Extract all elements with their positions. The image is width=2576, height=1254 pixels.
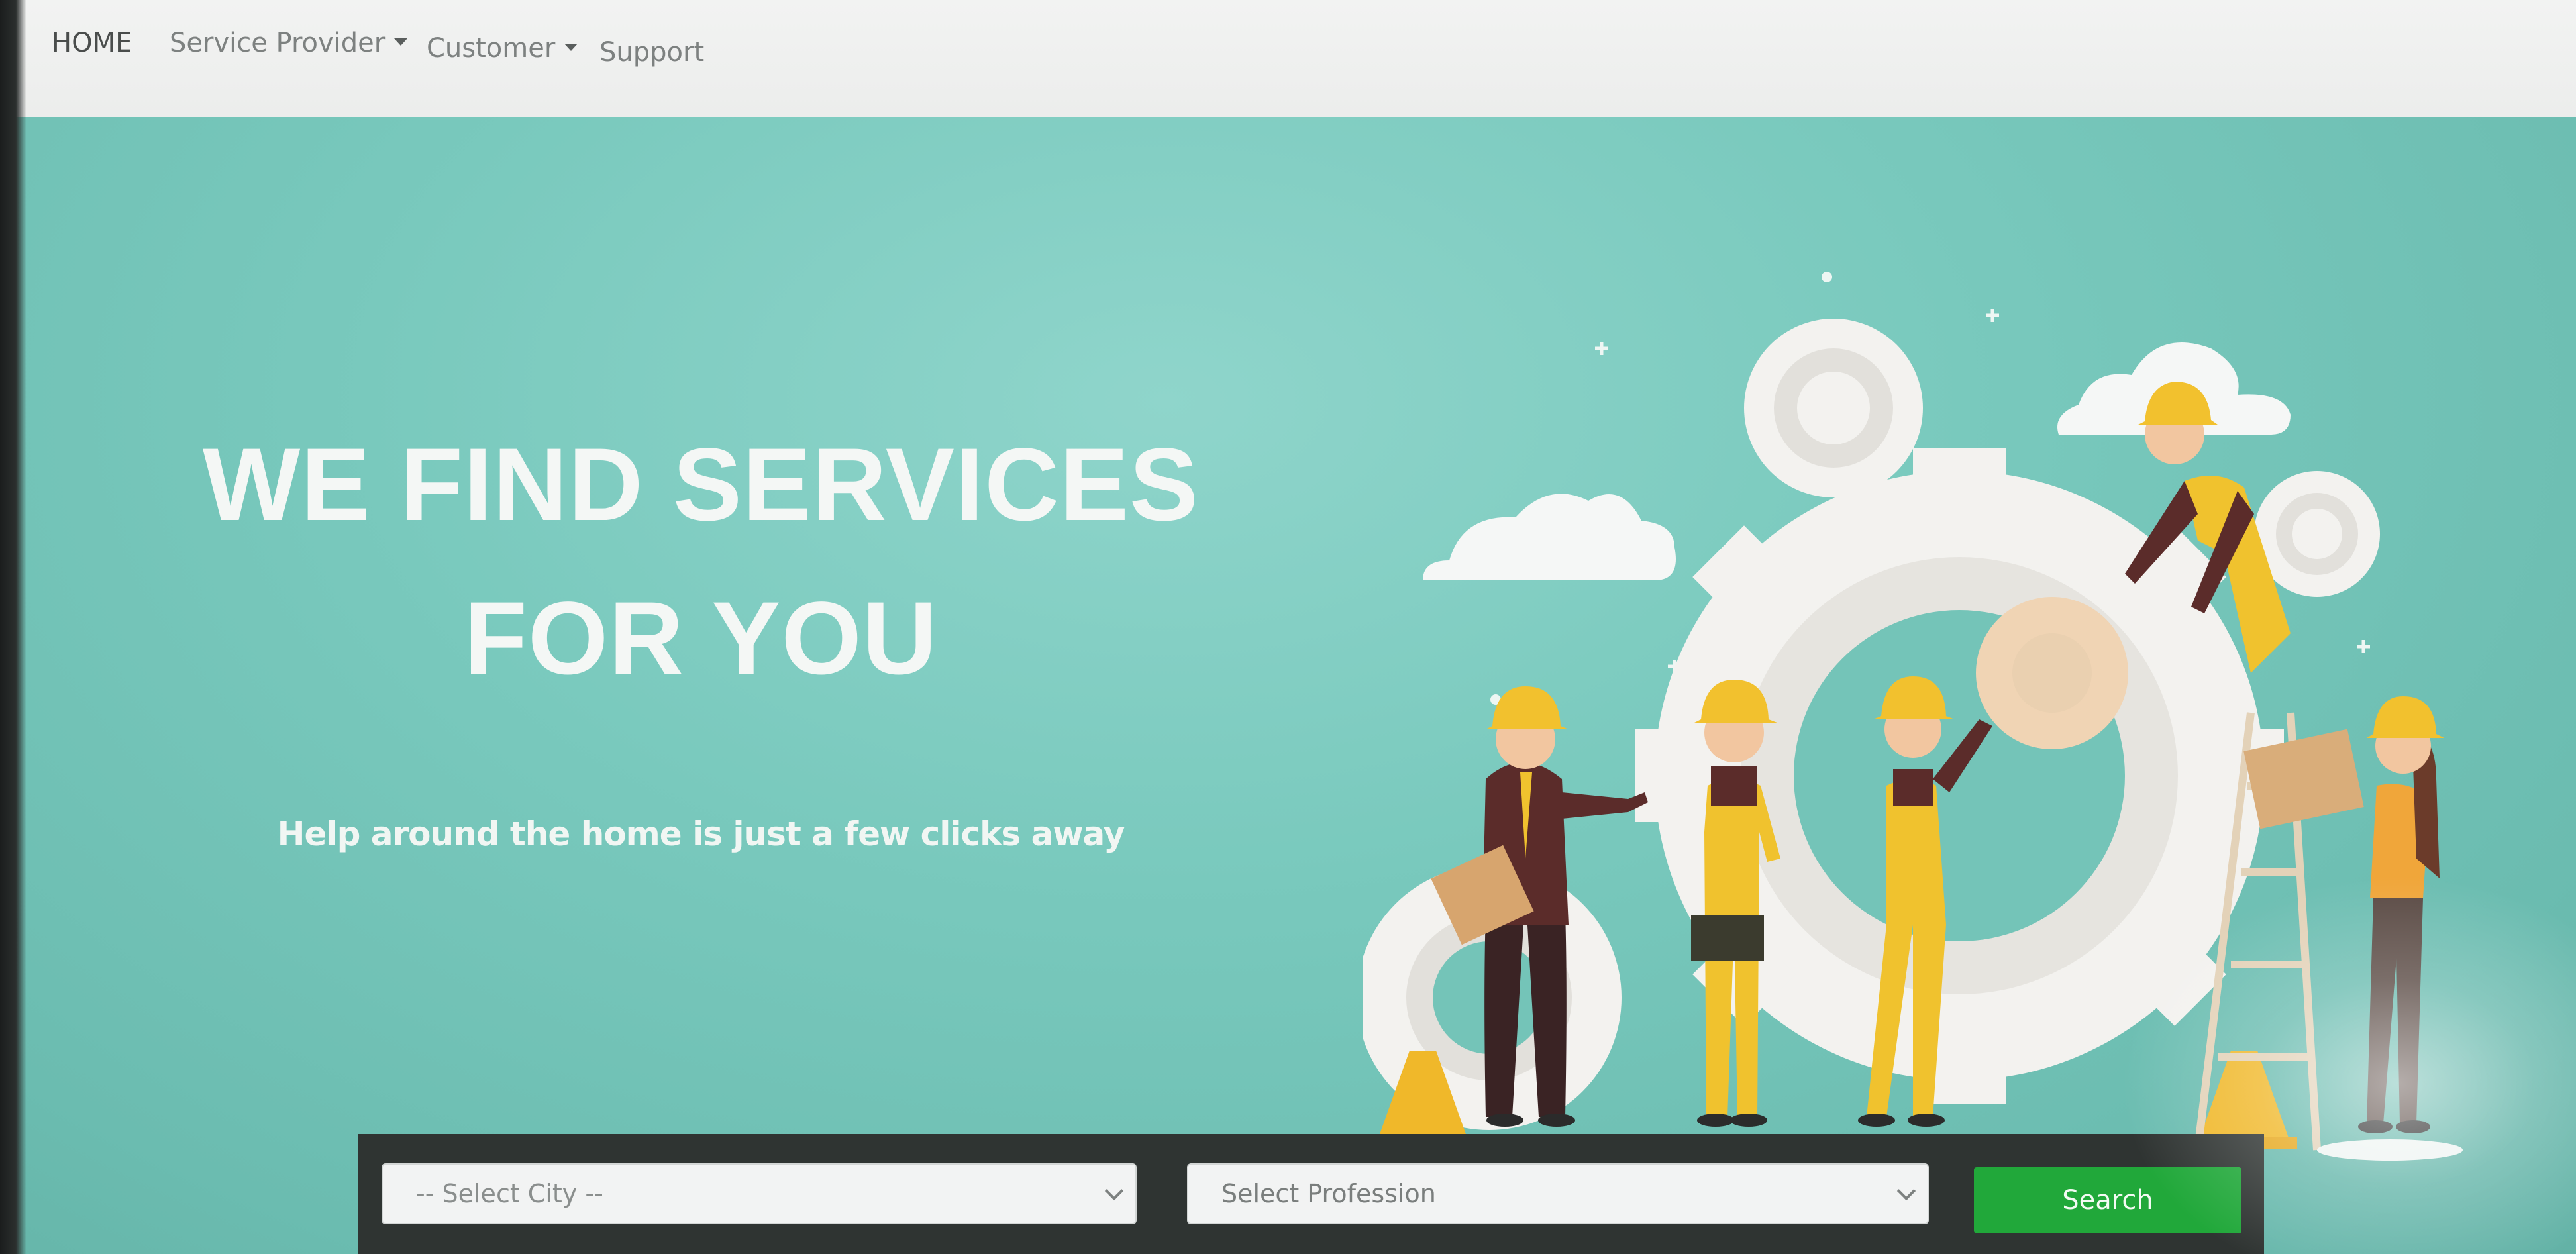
small-gear-icon bbox=[2254, 471, 2380, 597]
city-select-value: -- Select City -- bbox=[416, 1179, 603, 1208]
nav-service-provider-dropdown[interactable]: Service Provider bbox=[170, 28, 408, 58]
nav-service-provider-label: Service Provider bbox=[170, 28, 386, 58]
hero-title-line-1: WE FIND SERVICES bbox=[202, 427, 1200, 543]
peach-gear-icon bbox=[1976, 597, 2128, 749]
search-button[interactable]: Search bbox=[1974, 1167, 2241, 1233]
nav-support-label: Support bbox=[599, 37, 705, 68]
workers-with-gears-illustration bbox=[1363, 272, 2463, 1161]
hero-subtitle: Help around the home is just a few click… bbox=[277, 815, 1125, 853]
nav-home-label: HOME bbox=[52, 28, 132, 58]
nav-customer-label: Customer bbox=[427, 33, 556, 64]
monitor-bezel-edge bbox=[0, 0, 26, 1254]
worker-with-box bbox=[2243, 696, 2444, 1133]
chevron-down-icon bbox=[1896, 1181, 1916, 1201]
caret-down-icon bbox=[394, 38, 408, 46]
small-gear-icon bbox=[1744, 319, 1923, 497]
hero-title: WE FIND SERVICES FOR YOU bbox=[111, 408, 1290, 715]
caret-down-icon bbox=[564, 43, 578, 51]
nav-customer-dropdown[interactable]: Customer bbox=[427, 33, 578, 64]
profession-select-value: Select Profession bbox=[1221, 1179, 1436, 1208]
browser-page: HOME Service Provider Customer Support W… bbox=[0, 0, 2576, 1254]
city-select[interactable]: -- Select City -- bbox=[382, 1163, 1137, 1224]
hero-section: WE FIND SERVICES FOR YOU Help around the… bbox=[12, 117, 2576, 1254]
profession-select[interactable]: Select Profession bbox=[1187, 1163, 1929, 1224]
nav-home-link[interactable]: HOME bbox=[52, 28, 132, 58]
search-bar: -- Select City -- Select Profession Sear… bbox=[358, 1134, 2264, 1254]
chevron-down-icon bbox=[1104, 1181, 1124, 1201]
hero-title-line-2: FOR YOU bbox=[464, 581, 938, 696]
nav-support-link[interactable]: Support bbox=[599, 37, 704, 68]
